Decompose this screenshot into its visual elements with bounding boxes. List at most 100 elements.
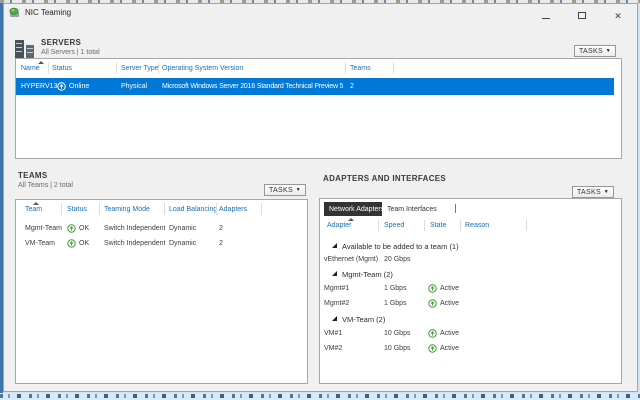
adapter-row-mgmt1[interactable]: Mgmt#1 1 Gbps Active [320,283,621,296]
dropdown-arrow-icon: ▼ [605,48,611,54]
dropdown-arrow-icon: ▼ [295,187,301,193]
teams-col-load-balancing[interactable]: Load Balancing [169,206,217,213]
adapters-col-state[interactable]: State [430,222,446,229]
maximize-button[interactable] [571,6,593,19]
adapter-name: VM#2 [324,345,343,352]
group-expanded-icon[interactable] [332,271,337,276]
teams-col-teaming-mode[interactable]: Teaming Mode [104,206,150,213]
server-status: Online [69,83,90,90]
servers-heading: SERVERS [41,38,82,47]
status-ok-icon [67,239,76,248]
servers-col-server-type[interactable]: Server Type [121,65,159,72]
adapter-state: Active [440,300,460,307]
adapter-row-vm2[interactable]: VM#2 10 Gbps Active [320,343,621,356]
adapters-col-speed[interactable]: Speed [384,222,404,229]
adapter-speed: 10 Gbps [384,330,411,337]
active-status-icon [428,344,437,353]
adapters-col-adapter[interactable]: Adapter [327,222,352,229]
servers-tasks-button[interactable]: TASKS ▼ [574,45,616,57]
adapter-row-mgmt2[interactable]: Mgmt#2 1 Gbps Active [320,298,621,311]
server-row-hyperv13[interactable]: HYPERV13 Online Physical Microsoft Windo… [16,78,614,95]
sort-ascending-icon [38,61,44,64]
team-row-vm-team[interactable]: VM-Team OK Switch Independent Dynamic 2 [16,237,307,251]
servers-col-name[interactable]: Name [21,65,40,72]
team-adapters-count: 2 [219,225,223,232]
teams-col-adapters[interactable]: Adapters [219,206,247,213]
adapter-speed: 1 Gbps [384,285,407,292]
nic-teaming-app-icon [9,7,19,17]
server-name: HYPERV13 [21,83,58,90]
teams-heading: TEAMS [18,171,48,180]
adapter-row-vm1[interactable]: VM#1 10 Gbps Active [320,328,621,341]
background-window-fragment-bottom [0,393,640,400]
servers-subheading: All Servers | 1 total [41,49,100,56]
team-status: OK [79,225,90,232]
team-teaming-mode: Switch Independent [104,225,166,232]
adapter-name: Mgmt#1 [324,285,350,292]
sort-ascending-icon [33,202,39,205]
teams-table-header[interactable]: Team Status Teaming Mode Load Balancing … [16,200,307,216]
adapter-state: Active [440,345,460,352]
team-row-mgmt-team[interactable]: Mgmt-Team OK Switch Independent Dynamic … [16,222,307,236]
adapters-heading: ADAPTERS AND INTERFACES [323,174,447,183]
team-name: VM-Team [25,240,55,247]
desktop-background: NIC Teaming ✕ SERVERS All Servers | 1 to… [0,0,640,400]
teams-col-status[interactable]: Status [67,206,87,213]
adapter-state: Active [440,330,460,337]
teams-tasks-button[interactable]: TASKS ▼ [264,184,306,196]
group-label: Available to be added to a team (1) [342,242,459,251]
team-load-balancing: Dynamic [169,240,197,247]
servers-table: Name Status Server Type Operating System… [15,58,622,159]
window-title: NIC Teaming [25,8,72,17]
adapter-name: Mgmt#2 [324,300,350,307]
teams-tasks-label: TASKS [269,186,293,194]
adapter-speed: 1 Gbps [384,300,407,307]
group-mgmt-team[interactable]: Mgmt-Team (2) [320,268,621,281]
active-status-icon [428,299,437,308]
adapter-row-vethernet[interactable]: vEthernet (Mgmt) 20 Gbps [320,254,621,267]
group-label: Mgmt-Team (2) [342,270,393,279]
team-status: OK [79,240,90,247]
servers-tasks-label: TASKS [579,47,603,55]
maximize-icon [578,12,586,19]
server-teams-count: 2 [350,83,354,90]
nic-teaming-window: NIC Teaming ✕ SERVERS All Servers | 1 to… [3,3,638,392]
adapter-state: Active [440,285,460,292]
status-up-icon [57,82,66,91]
group-vm-team[interactable]: VM-Team (2) [320,313,621,326]
sort-ascending-icon [348,218,354,221]
server-os-version: Microsoft Windows Server 2016 Standard T… [162,83,344,90]
adapter-name: VM#1 [324,330,343,337]
teams-col-team[interactable]: Team [25,206,42,213]
active-status-icon [428,329,437,338]
adapters-col-reason[interactable]: Reason [465,222,489,229]
group-available[interactable]: Available to be added to a team (1) [320,240,621,253]
close-button[interactable]: ✕ [607,6,629,21]
tab-team-interfaces[interactable]: Team Interfaces [382,202,442,216]
team-load-balancing: Dynamic [169,225,197,232]
adapter-speed: 10 Gbps [384,345,411,352]
team-teaming-mode: Switch Independent [104,240,166,247]
tab-network-adapters[interactable]: Network Adapters [324,202,390,216]
teams-subheading: All Teams | 2 total [18,182,73,189]
minimize-button[interactable] [535,6,557,19]
team-adapters-count: 2 [219,240,223,247]
dropdown-arrow-icon: ▼ [603,189,609,195]
title-bar[interactable]: NIC Teaming ✕ [4,4,637,21]
servers-col-teams[interactable]: Teams [350,65,371,72]
adapter-speed: 20 Gbps [384,256,411,263]
adapters-panel: Network Adapters Team Interfaces Adapter… [319,198,622,384]
adapters-tasks-button[interactable]: TASKS ▼ [572,186,614,198]
servers-col-status[interactable]: Status [52,65,72,72]
adapters-table-header[interactable]: Adapter Speed State Reason [320,218,621,232]
server-type: Physical [121,83,148,90]
group-expanded-icon[interactable] [332,243,337,248]
status-ok-icon [67,224,76,233]
servers-table-header[interactable]: Name Status Server Type Operating System… [16,59,621,75]
active-status-icon [428,284,437,293]
teams-table: Team Status Teaming Mode Load Balancing … [15,199,308,384]
adapters-tasks-label: TASKS [577,188,601,196]
group-expanded-icon[interactable] [332,316,337,321]
servers-col-os-version[interactable]: Operating System Version [162,65,243,72]
servers-icon [15,40,37,58]
